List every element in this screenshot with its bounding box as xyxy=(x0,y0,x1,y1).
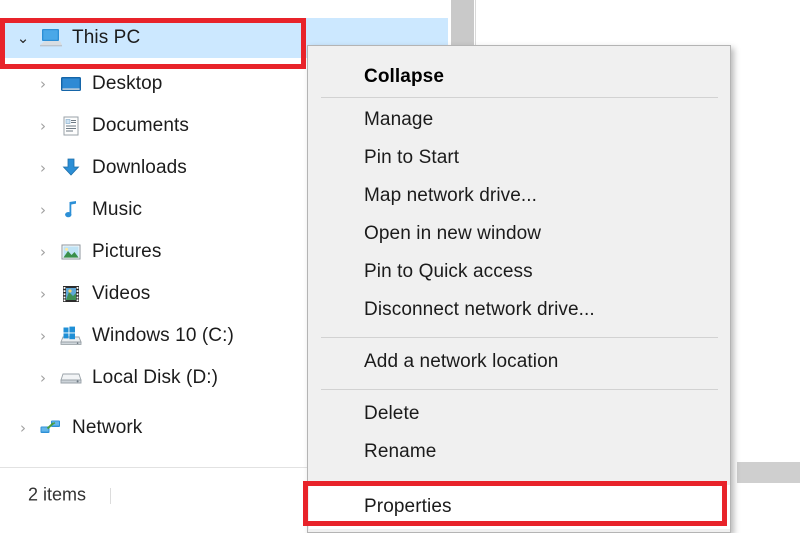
tree-item-label: Music xyxy=(92,199,143,220)
vertical-scrollbar-thumb[interactable] xyxy=(451,0,474,47)
context-menu: Collapse Manage Pin to Start Map network… xyxy=(307,45,731,533)
network-icon xyxy=(36,415,66,441)
menu-item-label: Delete xyxy=(364,403,420,424)
menu-item-rename[interactable]: Rename xyxy=(309,433,730,471)
pictures-icon xyxy=(56,239,86,265)
status-bar-separator xyxy=(110,488,111,504)
chevron-right-icon[interactable]: › xyxy=(30,202,56,218)
tree-item-label: Videos xyxy=(92,283,151,304)
menu-item-label: Disconnect network drive... xyxy=(364,299,595,320)
tree-item-label: Local Disk (D:) xyxy=(92,367,219,388)
menu-item-label: Add a network location xyxy=(364,351,559,372)
menu-item-pin-to-quick-access[interactable]: Pin to Quick access xyxy=(309,253,730,291)
menu-item-label: Rename xyxy=(364,441,437,462)
downloads-icon xyxy=(56,155,86,181)
menu-item-pin-to-start[interactable]: Pin to Start xyxy=(309,139,730,177)
menu-item-delete[interactable]: Delete xyxy=(309,395,730,433)
chevron-right-icon[interactable]: › xyxy=(30,160,56,176)
menu-separator xyxy=(321,97,718,98)
tree-item-label: This PC xyxy=(72,27,141,48)
menu-item-label: Map network drive... xyxy=(364,185,538,206)
menu-item-collapse[interactable]: Collapse xyxy=(309,58,730,96)
chevron-right-icon[interactable]: › xyxy=(30,328,56,344)
tree-item-label: Network xyxy=(72,417,143,438)
menu-item-add-a-network-location[interactable]: Add a network location xyxy=(309,343,730,381)
status-bar-item-count: 2 items xyxy=(28,484,87,505)
desktop-icon xyxy=(56,71,86,97)
tree-item-label: Desktop xyxy=(92,73,163,94)
os-drive-icon xyxy=(56,323,86,349)
chevron-right-icon[interactable]: › xyxy=(30,370,56,386)
menu-item-label: Properties xyxy=(364,496,452,517)
menu-item-label: Collapse xyxy=(364,66,444,87)
this-pc-icon xyxy=(36,25,66,51)
menu-item-label: Pin to Start xyxy=(364,147,460,168)
menu-separator xyxy=(321,337,718,338)
menu-item-label: Pin to Quick access xyxy=(364,261,533,282)
chevron-down-icon[interactable]: ⌄ xyxy=(10,30,36,46)
tree-item-label: Pictures xyxy=(92,241,162,262)
menu-item-open-in-new-window[interactable]: Open in new window xyxy=(309,215,730,253)
menu-item-properties[interactable]: Properties xyxy=(309,485,730,529)
menu-item-map-network-drive[interactable]: Map network drive... xyxy=(309,177,730,215)
content-pane-item-strip xyxy=(737,462,800,483)
music-icon xyxy=(56,197,86,223)
tree-item-label: Documents xyxy=(92,115,189,136)
chevron-right-icon[interactable]: › xyxy=(30,118,56,134)
chevron-right-icon[interactable]: › xyxy=(10,420,36,436)
menu-item-label: Manage xyxy=(364,109,434,130)
documents-icon xyxy=(56,113,86,139)
chevron-right-icon[interactable]: › xyxy=(30,244,56,260)
menu-item-label: Open in new window xyxy=(364,223,542,244)
chevron-right-icon[interactable]: › xyxy=(30,76,56,92)
hard-drive-icon xyxy=(56,365,86,391)
videos-icon xyxy=(56,281,86,307)
menu-separator xyxy=(321,389,718,390)
menu-item-disconnect-network-drive[interactable]: Disconnect network drive... xyxy=(309,291,730,329)
chevron-right-icon[interactable]: › xyxy=(30,286,56,302)
tree-item-label: Windows 10 (C:) xyxy=(92,325,234,346)
tree-item-label: Downloads xyxy=(92,157,187,178)
menu-item-manage[interactable]: Manage xyxy=(309,101,730,139)
